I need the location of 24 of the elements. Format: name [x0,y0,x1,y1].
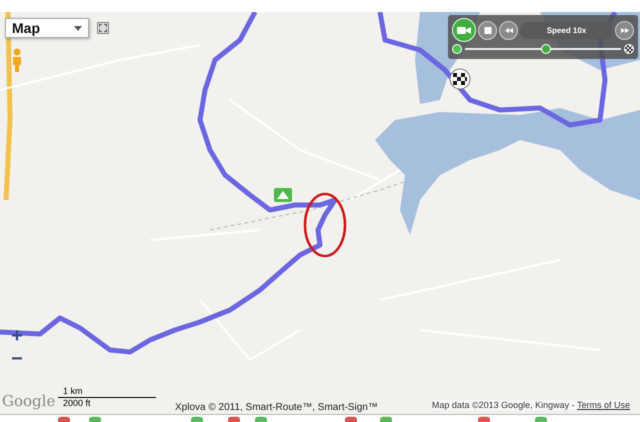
finish-flag-icon [624,44,634,54]
fast-forward-icon [620,26,628,34]
rewind-icon [504,26,512,34]
credits-text: Xplova © 2011, Smart-Route™, Smart-Sign™ [175,402,378,413]
scale-metric: 1 km [62,386,84,397]
scale-imperial: 2000 ft [62,398,92,409]
rewind-button[interactable] [499,20,518,40]
video-camera-icon [457,26,471,34]
caret-icon [74,26,82,30]
fast-forward-button[interactable] [615,20,634,40]
speed-label: Speed 10x [520,22,613,38]
video-camera-button[interactable] [452,18,476,42]
start-dot-icon [452,44,462,54]
stop-icon [484,26,492,34]
checkered-flag-icon[interactable] [450,68,470,90]
zoom-out-button[interactable]: − [9,350,25,368]
map-logo: Google [2,392,56,410]
fullscreen-icon[interactable] [97,22,109,34]
terms-link[interactable]: Terms of Use [576,400,630,410]
map-type-dropdown[interactable]: Map [5,18,89,38]
stop-button[interactable] [478,20,497,40]
mountain-marker-icon[interactable] [274,188,292,202]
map-data-text: Map data ©2013 Google, Kingway - [432,400,576,410]
highlight-ellipse [304,192,346,258]
